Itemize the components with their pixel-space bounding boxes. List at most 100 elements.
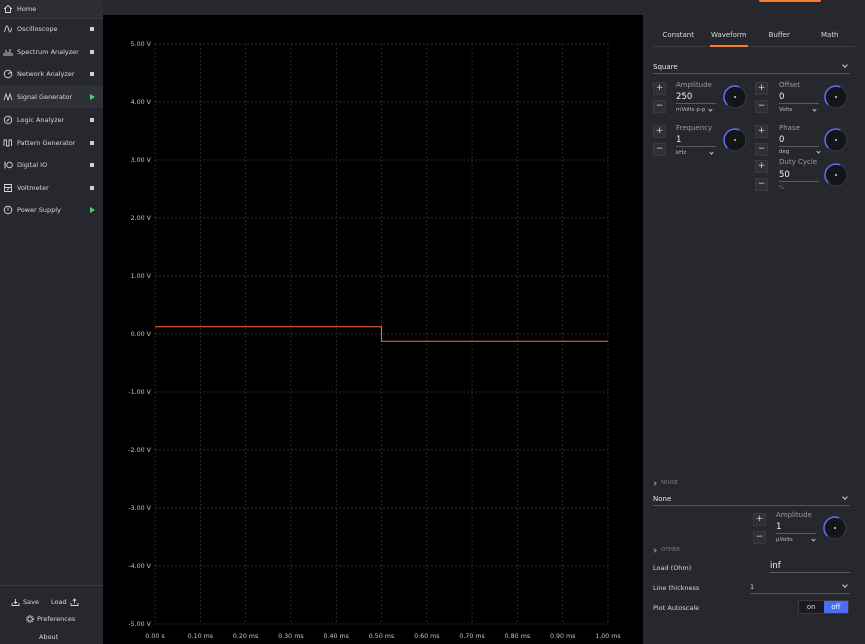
nav-item-network-analyzer[interactable]: Network Analyzer xyxy=(0,63,103,85)
stop-status-icon[interactable] xyxy=(88,71,96,77)
phase-decrement-button[interactable]: − xyxy=(755,143,768,156)
network-analyzer-icon xyxy=(3,69,13,79)
duty-cycle-knob[interactable] xyxy=(823,162,849,188)
gear-icon xyxy=(26,615,34,623)
waveform-type-dropdown[interactable]: Square xyxy=(653,60,850,74)
nav-home[interactable]: Home xyxy=(0,0,103,18)
load-button[interactable]: Load xyxy=(51,598,79,606)
phase-unit: deg xyxy=(779,149,790,155)
noise-amplitude-decrement-button[interactable]: − xyxy=(753,531,766,544)
logic-analyzer-icon xyxy=(3,115,13,125)
nav-item-label: Digital IO xyxy=(17,161,48,169)
plot-autoscale-toggle[interactable]: on off xyxy=(798,600,849,614)
other-header-label: OTHER xyxy=(661,547,681,553)
line-thickness-label: Line thickness xyxy=(653,584,700,592)
chevron-right-icon xyxy=(652,547,657,553)
nav-item-logic-analyzer[interactable]: Logic Analyzer xyxy=(0,109,103,131)
stop-status-icon[interactable] xyxy=(88,162,96,168)
offset-knob[interactable] xyxy=(823,84,849,110)
offset-unit-select[interactable]: Volts xyxy=(779,106,817,113)
y-tick-label: 0.00 V xyxy=(131,331,152,338)
offset-label: Offset xyxy=(779,81,801,89)
amplitude-decrement-button[interactable]: − xyxy=(653,100,666,113)
stop-status-icon[interactable] xyxy=(88,117,96,123)
plot-area: 0.00 s 0.10 ms 0.20 ms 0.30 ms 0.40 ms 0.50 m… xyxy=(103,15,643,644)
amplitude-increment-button[interactable]: + xyxy=(653,82,666,95)
amplitude-knob[interactable] xyxy=(722,84,748,110)
preferences-button[interactable]: Preferences xyxy=(26,615,75,623)
duty-cycle-decrement-button[interactable]: − xyxy=(755,178,768,191)
offset-increment-button[interactable]: + xyxy=(755,82,768,95)
phase-label: Phase xyxy=(779,124,800,132)
line-thickness-dropdown[interactable]: 1 xyxy=(750,580,850,594)
nav-item-digital-io[interactable]: Digital IO xyxy=(0,154,103,176)
duty-cycle-increment-button[interactable]: + xyxy=(755,160,768,173)
chevron-down-icon xyxy=(812,106,817,112)
frequency-increment-button[interactable]: + xyxy=(653,125,666,138)
phase-unit-select[interactable]: deg xyxy=(779,148,821,155)
noise-header-label: NOISE xyxy=(661,480,679,486)
offset-decrement-button[interactable]: − xyxy=(755,100,768,113)
noise-amplitude-input[interactable]: 1 xyxy=(776,521,816,534)
spectrum-analyzer-icon xyxy=(3,47,13,57)
run-status-icon[interactable] xyxy=(88,94,96,100)
tab-constant[interactable]: Constant xyxy=(653,27,704,46)
frequency-knob[interactable] xyxy=(722,127,748,153)
tab-waveform[interactable]: Waveform xyxy=(704,27,755,47)
stop-icon xyxy=(89,162,95,168)
x-tick-label: 0.90 ms xyxy=(550,633,575,640)
app-window: Home Oscilloscope Spectrum Analyzer Networ… xyxy=(0,0,865,644)
stop-icon xyxy=(89,117,95,123)
frequency-decrement-button[interactable]: − xyxy=(653,143,666,156)
x-tick-label: 0.20 ms xyxy=(233,633,258,640)
noise-amplitude-increment-button[interactable]: + xyxy=(753,513,766,526)
nav-item-pattern-generator[interactable]: Pattern Generator xyxy=(0,132,103,154)
stop-status-icon[interactable] xyxy=(88,26,96,32)
amplitude-input[interactable]: 250 xyxy=(676,91,716,104)
noise-type-dropdown[interactable]: None xyxy=(653,492,850,506)
run-status-icon[interactable] xyxy=(88,207,96,213)
stop-icon xyxy=(89,26,95,32)
noise-amplitude-unit: μVolts xyxy=(776,537,793,543)
x-tick-label: 0.70 ms xyxy=(459,633,484,640)
run-indicator xyxy=(759,0,821,2)
y-tick-label: 2.00 V xyxy=(131,215,152,222)
tab-buffer[interactable]: Buffer xyxy=(754,27,805,46)
y-tick-label: 3.00 V xyxy=(131,157,152,164)
nav-item-power-supply[interactable]: Power Supply xyxy=(0,199,103,221)
sidebar: Home Oscilloscope Spectrum Analyzer Networ… xyxy=(0,0,103,644)
other-section-header[interactable]: OTHER xyxy=(652,547,681,553)
play-icon xyxy=(89,207,95,213)
frequency-unit-select[interactable]: kHz xyxy=(676,149,714,156)
save-label: Save xyxy=(23,598,39,606)
phase-input[interactable]: 0 xyxy=(779,134,819,147)
noise-section-header[interactable]: NOISE xyxy=(652,480,679,486)
nav-item-oscilloscope[interactable]: Oscilloscope xyxy=(0,18,103,40)
stop-status-icon[interactable] xyxy=(88,49,96,55)
noise-amplitude-unit-select[interactable]: μVolts xyxy=(776,536,816,543)
x-tick-label: 0.30 ms xyxy=(278,633,303,640)
tab-math[interactable]: Math xyxy=(805,27,856,46)
x-tick-label: 1.00 ms xyxy=(595,633,620,640)
nav-item-signal-generator[interactable]: Signal Generator xyxy=(0,86,103,108)
noise-amplitude-knob[interactable] xyxy=(822,515,848,541)
stop-status-icon[interactable] xyxy=(88,185,96,191)
amplitude-unit-select[interactable]: mVolts p-p xyxy=(676,106,713,113)
noise-type-value: None xyxy=(653,494,672,503)
save-button[interactable]: Save xyxy=(11,598,39,606)
about-button[interactable]: About xyxy=(39,633,58,641)
top-bar xyxy=(103,0,865,15)
about-label: About xyxy=(39,633,59,641)
phase-knob[interactable] xyxy=(823,127,849,153)
offset-input[interactable]: 0 xyxy=(779,91,819,104)
nav-item-spectrum-analyzer[interactable]: Spectrum Analyzer xyxy=(0,41,103,63)
toggle-off-option[interactable]: off xyxy=(823,601,848,613)
load-ohm-input[interactable]: inf xyxy=(770,560,850,573)
toggle-on-option[interactable]: on xyxy=(799,601,824,613)
frequency-input[interactable]: 1 xyxy=(676,134,716,147)
duty-cycle-input[interactable]: 50 xyxy=(779,169,819,182)
stop-status-icon[interactable] xyxy=(88,140,96,146)
nav-item-voltmeter[interactable]: Voltmeter xyxy=(0,177,103,199)
noise-amplitude-label: Amplitude xyxy=(776,511,812,519)
phase-increment-button[interactable]: + xyxy=(755,125,768,138)
